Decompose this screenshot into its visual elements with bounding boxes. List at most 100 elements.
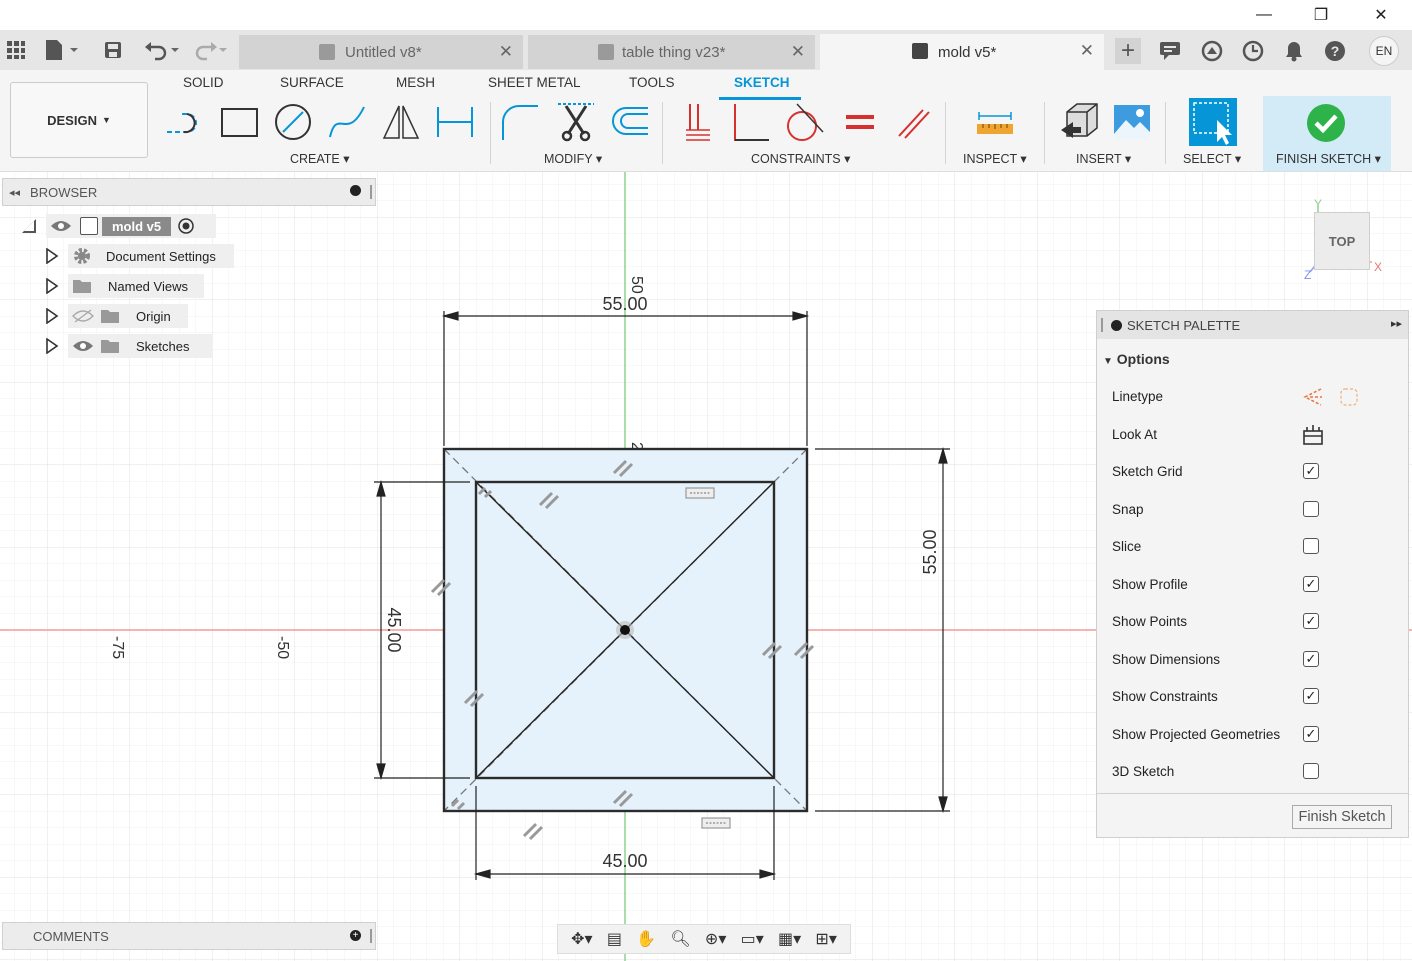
parallel-constraint-icon[interactable] [893,102,933,142]
comments-panel-header[interactable]: COMMENTS + [2,922,376,950]
close-tab-icon[interactable]: ✕ [1080,41,1094,61]
dimension-text-outer-height[interactable]: 55.00 [920,529,940,574]
show-profile-checkbox[interactable]: ✓ [1303,576,1319,592]
options-section-toggle[interactable]: ▼ Options [1103,351,1170,367]
tab-mesh[interactable]: MESH [396,75,435,90]
constraints-dropdown[interactable]: CONSTRAINTS ▾ [751,151,850,166]
line-tool-icon[interactable] [164,102,204,142]
new-tab-icon[interactable]: + [1115,37,1141,64]
mirror-tool-icon[interactable] [381,102,421,142]
app-grid-icon[interactable] [6,36,26,64]
redo-icon[interactable] [193,36,231,64]
tab-tools[interactable]: TOOLS [629,75,675,90]
tree-item-sketches[interactable]: Sketches [68,334,212,358]
dimension-text-inner-width[interactable]: 45.00 [602,851,647,871]
add-comment-icon[interactable]: + [350,930,361,941]
linetype-centerline-icon[interactable] [1339,387,1361,407]
tree-root-mold[interactable]: mold v5 [46,214,216,238]
perpendicular-constraint-icon[interactable] [731,102,771,142]
undo-icon[interactable] [143,36,181,64]
dimension-text-inner-height[interactable]: 45.00 [384,607,404,652]
viewcube[interactable]: TOP [1314,212,1370,270]
spline-tool-icon[interactable] [327,102,367,142]
insert-dropdown[interactable]: INSERT ▾ [1076,151,1131,166]
pan-hand-icon[interactable]: ✋ [636,929,656,949]
offset-tool-icon[interactable] [610,102,650,142]
file-menu-icon[interactable] [44,36,78,64]
look-at-icon[interactable] [1302,424,1324,446]
minimize-button[interactable]: — [1241,2,1287,28]
rectangle-tool-icon[interactable] [219,102,259,142]
restore-button[interactable]: ❐ [1298,2,1344,28]
modify-dropdown[interactable]: MODIFY ▾ [544,151,602,166]
panel-resize-handle[interactable] [370,929,372,943]
select-tool-icon[interactable] [1189,98,1237,146]
dimension-text-outer-width[interactable]: 55.00 [602,294,647,314]
close-window-button[interactable]: ✕ [1358,2,1404,28]
tree-item-named-views[interactable]: Named Views [68,274,204,298]
save-icon[interactable] [103,36,123,64]
slice-checkbox[interactable] [1303,538,1319,554]
linetype-construction-icon[interactable] [1301,387,1323,407]
insert-derive-icon[interactable] [1059,102,1099,142]
coincident-constraint-icon[interactable] [678,102,718,142]
create-dropdown[interactable]: CREATE ▾ [290,151,350,166]
browser-panel-header[interactable]: ◂◂ BROWSER [2,178,376,206]
insert-canvas-image-icon[interactable] [1112,102,1152,142]
display-settings-icon[interactable]: ▭▾ [741,929,764,949]
notifications-feed-icon[interactable] [1157,38,1183,64]
select-dropdown[interactable]: SELECT ▾ [1183,151,1241,166]
tab-untitled[interactable]: Untitled v8* ✕ [239,35,523,69]
tab-solid[interactable]: SOLID [183,75,224,90]
snap-checkbox[interactable] [1303,501,1319,517]
collapse-panel-icon[interactable]: ◂◂ [9,186,20,199]
workspace-dropdown[interactable]: DESIGN ▼ [10,82,148,158]
palette-drag-handle[interactable] [1101,318,1103,332]
zoom-icon[interactable]: 🔍︎ [670,929,690,949]
expand-arrow-icon[interactable] [45,308,59,324]
equal-constraint-icon[interactable] [840,102,880,142]
center-point[interactable] [620,625,630,635]
fit-zoom-icon[interactable]: ⊕▾ [705,929,726,949]
palette-options-icon[interactable] [1111,319,1122,331]
close-tab-icon[interactable]: ✕ [499,42,513,62]
user-avatar[interactable]: EN [1369,36,1399,66]
dimension-tool-icon[interactable] [435,102,475,142]
close-tab-icon[interactable]: ✕ [791,42,805,62]
eye-icon[interactable] [72,338,94,354]
3d-sketch-checkbox[interactable] [1303,763,1319,779]
tab-table-thing[interactable]: table thing v23* ✕ [528,35,815,69]
online-status-icon[interactable] [1199,38,1225,64]
tab-sheet-metal[interactable]: SHEET METAL [488,75,581,90]
expand-arrow-icon[interactable] [45,278,59,294]
show-dimensions-checkbox[interactable]: ✓ [1303,651,1319,667]
finish-sketch-palette-button[interactable]: Finish Sketch [1292,805,1392,829]
measure-ruler-icon[interactable] [975,102,1015,142]
tab-surface[interactable]: SURFACE [280,75,344,90]
viewports-icon[interactable]: ⊞▾ [815,929,836,949]
orbit-icon[interactable]: ✥▾ [571,929,592,949]
palette-collapse-icon[interactable]: ▸▸ [1391,317,1402,330]
tab-sketch[interactable]: SKETCH [734,75,790,90]
checkmark-icon[interactable] [1306,103,1346,143]
eye-hidden-icon[interactable] [72,308,94,324]
show-points-checkbox[interactable]: ✓ [1303,613,1319,629]
activate-radio-icon[interactable] [177,217,195,235]
expand-arrow-icon[interactable] [45,338,59,354]
tree-item-document-settings[interactable]: Document Settings [68,244,234,268]
sketch-grid-checkbox[interactable]: ✓ [1303,463,1319,479]
sketch-palette-header[interactable]: SKETCH PALETTE ▸▸ [1097,311,1408,339]
trim-scissors-icon[interactable] [556,102,596,142]
inspect-dropdown[interactable]: INSPECT ▾ [963,151,1027,166]
panel-resize-handle[interactable] [370,185,372,199]
finish-sketch-dropdown[interactable]: FINISH SKETCH ▾ [1276,151,1381,166]
help-icon[interactable]: ? [1322,38,1348,64]
expand-arrow-icon[interactable] [45,248,59,264]
bell-icon[interactable] [1281,38,1307,64]
grid-settings-icon[interactable]: ▦▾ [778,929,801,949]
look-at-nav-icon[interactable]: ▤ [607,929,622,949]
tangent-constraint-icon[interactable] [785,102,825,142]
show-projected-geometries-checkbox[interactable]: ✓ [1303,726,1319,742]
panel-options-icon[interactable] [350,185,361,196]
tab-mold[interactable]: mold v5* ✕ [820,34,1104,70]
